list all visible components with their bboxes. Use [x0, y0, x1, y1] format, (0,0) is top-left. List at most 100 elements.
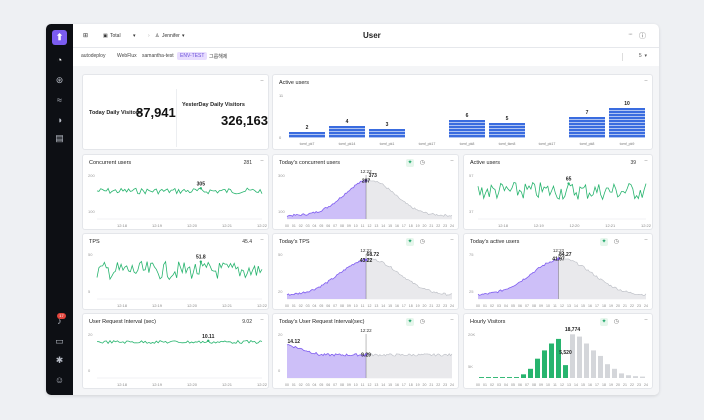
- server-block: [329, 135, 365, 138]
- x-tick-label: 09: [539, 383, 543, 387]
- server-name-label: tomf_pk7: [300, 142, 315, 146]
- analysis-icon[interactable]: ⊛: [54, 75, 65, 86]
- now-marker-label: 12:22: [360, 328, 372, 333]
- y-tick-label: 25: [469, 289, 474, 294]
- series-line: [96, 187, 263, 195]
- hourly-bar: [549, 343, 554, 378]
- y-tick-label: 11: [279, 93, 284, 98]
- yesterday-visitors-value: 326,163: [221, 113, 268, 128]
- group-count[interactable]: 5 ▾: [639, 53, 647, 59]
- yesterday-area: [366, 258, 452, 299]
- x-tick-label: 04: [313, 224, 317, 228]
- x-tick-label: 10: [354, 383, 358, 387]
- trend-icon[interactable]: ≈: [54, 95, 65, 106]
- x-tick-label: 24: [644, 304, 648, 308]
- x-tick-label: 16: [395, 304, 399, 308]
- filter-ungroup[interactable]: 그룹해제: [209, 53, 227, 60]
- x-tick-label: 08: [340, 304, 344, 308]
- x-tick-label: 01: [292, 383, 296, 387]
- today-concurrent-card: Today's concurrent users ✦ ◷ ··· 300 100 1…: [272, 154, 459, 230]
- server-block: [569, 132, 605, 135]
- x-tick-label: 12: [368, 383, 372, 387]
- x-tick-label: 06: [326, 383, 330, 387]
- x-tick-label: 10: [546, 304, 550, 308]
- help-icon[interactable]: ⓘ: [639, 31, 646, 41]
- x-tick-label: 16: [395, 383, 399, 387]
- x-tick-label: 17: [595, 383, 599, 387]
- chevron-down-icon[interactable]: ▾: [133, 33, 136, 39]
- x-tick-label: 12:22: [257, 303, 268, 308]
- x-tick-label: 14: [574, 383, 578, 387]
- server-name-label: tomf_pk17: [419, 142, 436, 146]
- active-users-chart: 11 0 2 tomf_pk7 4 tomf_pk14 3 tomf_pk1 tomf_pk17…: [279, 93, 645, 146]
- x-tick-label: 17: [402, 304, 406, 308]
- x-tick-label: 01: [483, 304, 487, 308]
- hourly-bar: [591, 350, 596, 378]
- tree-icon[interactable]: ⊞: [83, 32, 88, 39]
- server-value-label: 7: [586, 110, 589, 116]
- hourly-visitors-chart: 20K 5K 18,774 5,520 00 01 02 03 04 05 06 07 08 09 10 11…: [468, 327, 648, 387]
- hourly-bar: [500, 377, 505, 378]
- filter-bar: autodeploy WebFlux samantha-test ENV-TES…: [73, 48, 659, 66]
- y-tick-label: 57: [469, 173, 474, 178]
- today-interval-chart: 20012:229.2914.1200 01 02 03 04 05 06 07 08 09 10 1…: [278, 328, 454, 387]
- x-tick-label: 21: [429, 224, 433, 228]
- tps-chart: 50 5 51.8 12:18 12:19 12:20 12:21 12:22: [88, 252, 268, 308]
- sidebar: ⬆ ◔ ⊛ ≈ ◑ ▤ ♪ 17 ▭ ✱ ☺: [46, 24, 73, 395]
- pie-icon[interactable]: ◑: [54, 115, 65, 126]
- more-icon[interactable]: ···: [628, 31, 633, 38]
- total-selector[interactable]: Total: [110, 33, 121, 39]
- peak-point: [567, 182, 570, 185]
- settings-icon[interactable]: ✱: [54, 355, 65, 366]
- x-tick-label: 21: [429, 304, 433, 308]
- hourly-bar: [584, 343, 589, 378]
- server-name-label: tomf_pk14: [339, 142, 356, 146]
- server-block: [609, 126, 645, 129]
- app-logo-icon[interactable]: ⬆: [52, 30, 67, 45]
- x-tick-label: 20: [616, 304, 620, 308]
- chat-icon[interactable]: ▭: [54, 336, 65, 347]
- server-block: [489, 129, 525, 132]
- today-active-card: Today's active users ✦ ◷ ··· 75 25 12:22 41…: [463, 233, 653, 310]
- x-tick-label: 19: [416, 224, 420, 228]
- server-value-label: 10: [624, 101, 630, 107]
- chevron-down-icon[interactable]: ▾: [182, 33, 185, 39]
- x-tick-label: 05: [511, 383, 515, 387]
- server-block: [609, 108, 645, 111]
- report-icon[interactable]: ▤: [54, 133, 65, 144]
- more-icon[interactable]: ···: [260, 78, 264, 84]
- active-users-line-card: Active users 39 ··· 57 37 65 12:18 12:19 12:2…: [463, 154, 653, 230]
- user-selector[interactable]: Jennifer: [162, 33, 180, 39]
- y-tick-label: 100: [88, 209, 95, 214]
- user-icon[interactable]: ☺: [54, 375, 65, 386]
- filter-samantha-test[interactable]: samantha-test: [142, 53, 174, 59]
- concurrent-users-chart: 200 100 305 12:18 12:19 12:20 12:21 12:22: [88, 173, 268, 228]
- active-users-card: Active users ··· 11 0 2 tomf_pk7 4 tomf_pk14 3…: [272, 74, 653, 150]
- x-tick-label: 21: [623, 304, 627, 308]
- x-tick-label: 07: [333, 383, 337, 387]
- server-block: [289, 135, 325, 138]
- x-tick-label: 22: [436, 304, 440, 308]
- app-window: ⬆ ◔ ⊛ ≈ ◑ ▤ ♪ 17 ▭ ✱ ☺ ⊞ ▣ Total ▾ › ♙ J…: [46, 24, 659, 395]
- filter-autodeploy[interactable]: autodeploy: [81, 53, 105, 59]
- dashboard-icon[interactable]: ◔: [54, 55, 65, 66]
- x-tick-label: 14: [381, 224, 385, 228]
- today-concurrent-chart: 30010012:2228737300 01 02 03 04 05 06 07 08 09 10 1…: [278, 169, 454, 228]
- x-tick-label: 08: [340, 383, 344, 387]
- x-tick-label: 14: [574, 304, 578, 308]
- filter-env-test[interactable]: ENV-TEST: [177, 52, 208, 60]
- hourly-bar: [514, 377, 519, 378]
- x-tick-label: 09: [539, 304, 543, 308]
- yesterday-visitors-label: YesterDay Daily Visitors: [182, 102, 245, 108]
- x-tick-label: 09: [347, 304, 351, 308]
- x-tick-label: 19: [609, 383, 613, 387]
- x-tick-label: 08: [532, 304, 536, 308]
- x-tick-label: 17: [402, 383, 406, 387]
- hourly-bar: [626, 375, 631, 378]
- x-tick-label: 12: [368, 304, 372, 308]
- filter-webflux[interactable]: WebFlux: [117, 53, 137, 59]
- current-label: 287: [362, 179, 371, 185]
- server-block: [449, 129, 485, 132]
- x-tick-label: 18: [602, 304, 606, 308]
- hourly-bar: [493, 377, 498, 378]
